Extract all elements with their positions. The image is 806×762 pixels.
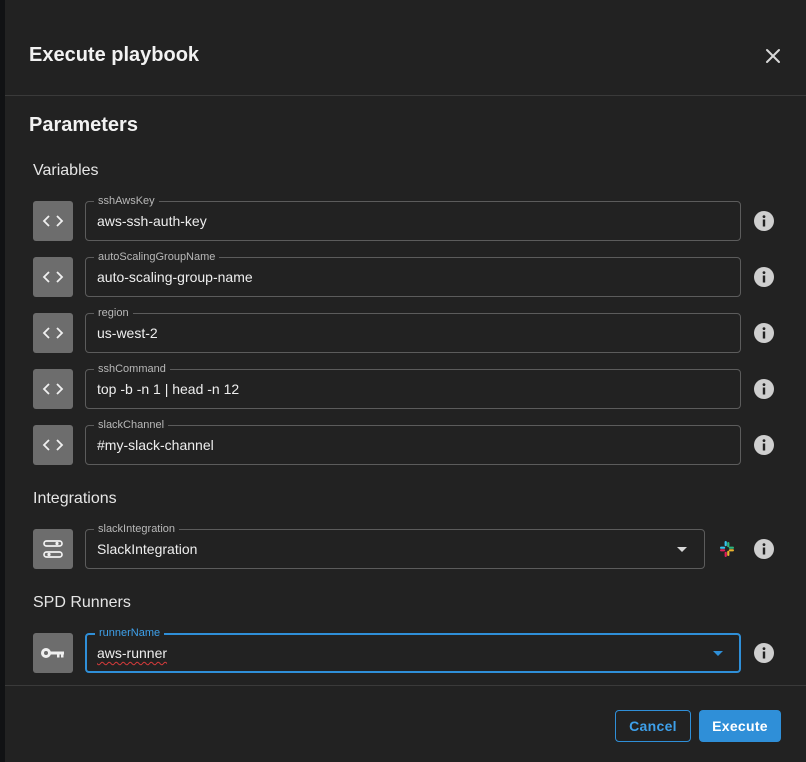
code-icon bbox=[42, 439, 64, 451]
field-value[interactable]: top -b -n 1 | head -n 12 bbox=[97, 381, 239, 397]
variable-row-autoscalinggroupname: autoScalingGroupName auto-scaling-group-… bbox=[33, 250, 785, 297]
field-value[interactable]: aws-ssh-auth-key bbox=[97, 213, 207, 229]
runner-type-badge bbox=[33, 633, 73, 673]
field-label: sshCommand bbox=[94, 362, 170, 376]
variable-type-badge bbox=[33, 425, 73, 465]
key-icon bbox=[41, 648, 64, 658]
close-icon bbox=[766, 49, 780, 63]
field-value[interactable]: us-west-2 bbox=[97, 325, 158, 341]
autoscalinggroupname-field[interactable]: autoScalingGroupName auto-scaling-group-… bbox=[85, 250, 741, 297]
parameters-heading: Parameters bbox=[29, 114, 138, 136]
integration-icon bbox=[43, 540, 63, 558]
dropdown-arrow-icon[interactable] bbox=[677, 547, 687, 552]
info-icon[interactable] bbox=[753, 538, 775, 560]
execute-button[interactable]: Execute bbox=[699, 710, 781, 742]
integration-row-slackintegration: slackIntegration SlackIntegration bbox=[33, 522, 785, 569]
field-label: slackChannel bbox=[94, 418, 169, 432]
variable-row-sshcommand: sshCommand top -b -n 1 | head -n 12 bbox=[33, 362, 785, 409]
code-icon bbox=[42, 383, 64, 395]
runner-row-runnername: runnerName aws-runner bbox=[33, 626, 785, 673]
variable-type-badge bbox=[33, 201, 73, 241]
info-icon[interactable] bbox=[753, 642, 775, 664]
variable-type-badge bbox=[33, 369, 73, 409]
variable-row-slackchannel: slackChannel #my-slack-channel bbox=[33, 418, 785, 465]
close-button[interactable] bbox=[759, 42, 787, 70]
field-value[interactable]: auto-scaling-group-name bbox=[97, 269, 253, 285]
sshcommand-field[interactable]: sshCommand top -b -n 1 | head -n 12 bbox=[85, 362, 741, 409]
variable-row-region: region us-west-2 bbox=[33, 306, 785, 353]
field-label: runnerName bbox=[95, 626, 165, 640]
field-label: region bbox=[94, 306, 133, 320]
variables-heading: Variables bbox=[33, 162, 99, 179]
integration-type-badge bbox=[33, 529, 73, 569]
code-icon bbox=[42, 271, 64, 283]
field-label: autoScalingGroupName bbox=[94, 250, 220, 264]
variable-type-badge bbox=[33, 257, 73, 297]
dialog-header: Execute playbook bbox=[5, 0, 806, 96]
slack-icon bbox=[720, 541, 734, 557]
integrations-heading: Integrations bbox=[33, 490, 117, 507]
cancel-button[interactable]: Cancel bbox=[615, 710, 691, 742]
footer-divider bbox=[5, 685, 806, 686]
field-label: sshAwsKey bbox=[94, 194, 159, 208]
execute-playbook-dialog: Execute playbook Parameters Variables ss… bbox=[5, 0, 806, 762]
code-icon bbox=[42, 327, 64, 339]
variable-type-badge bbox=[33, 313, 73, 353]
slackintegration-select[interactable]: slackIntegration SlackIntegration bbox=[85, 522, 705, 569]
spd-runners-heading: SPD Runners bbox=[33, 594, 131, 611]
info-icon[interactable] bbox=[753, 210, 775, 232]
field-label: slackIntegration bbox=[94, 522, 180, 536]
field-value[interactable]: #my-slack-channel bbox=[97, 437, 214, 453]
variable-row-sshawskey: sshAwsKey aws-ssh-auth-key bbox=[33, 194, 785, 241]
sshawskey-field[interactable]: sshAwsKey aws-ssh-auth-key bbox=[85, 194, 741, 241]
runnername-select[interactable]: runnerName aws-runner bbox=[85, 626, 741, 673]
info-icon[interactable] bbox=[753, 434, 775, 456]
slackchannel-field[interactable]: slackChannel #my-slack-channel bbox=[85, 418, 741, 465]
info-icon[interactable] bbox=[753, 322, 775, 344]
dialog-title: Execute playbook bbox=[29, 44, 200, 66]
dropdown-arrow-icon[interactable] bbox=[713, 651, 723, 656]
info-icon[interactable] bbox=[753, 378, 775, 400]
code-icon bbox=[42, 215, 64, 227]
region-field[interactable]: region us-west-2 bbox=[85, 306, 741, 353]
field-value: SlackIntegration bbox=[97, 541, 198, 557]
field-value[interactable]: aws-runner bbox=[97, 645, 167, 661]
info-icon[interactable] bbox=[753, 266, 775, 288]
